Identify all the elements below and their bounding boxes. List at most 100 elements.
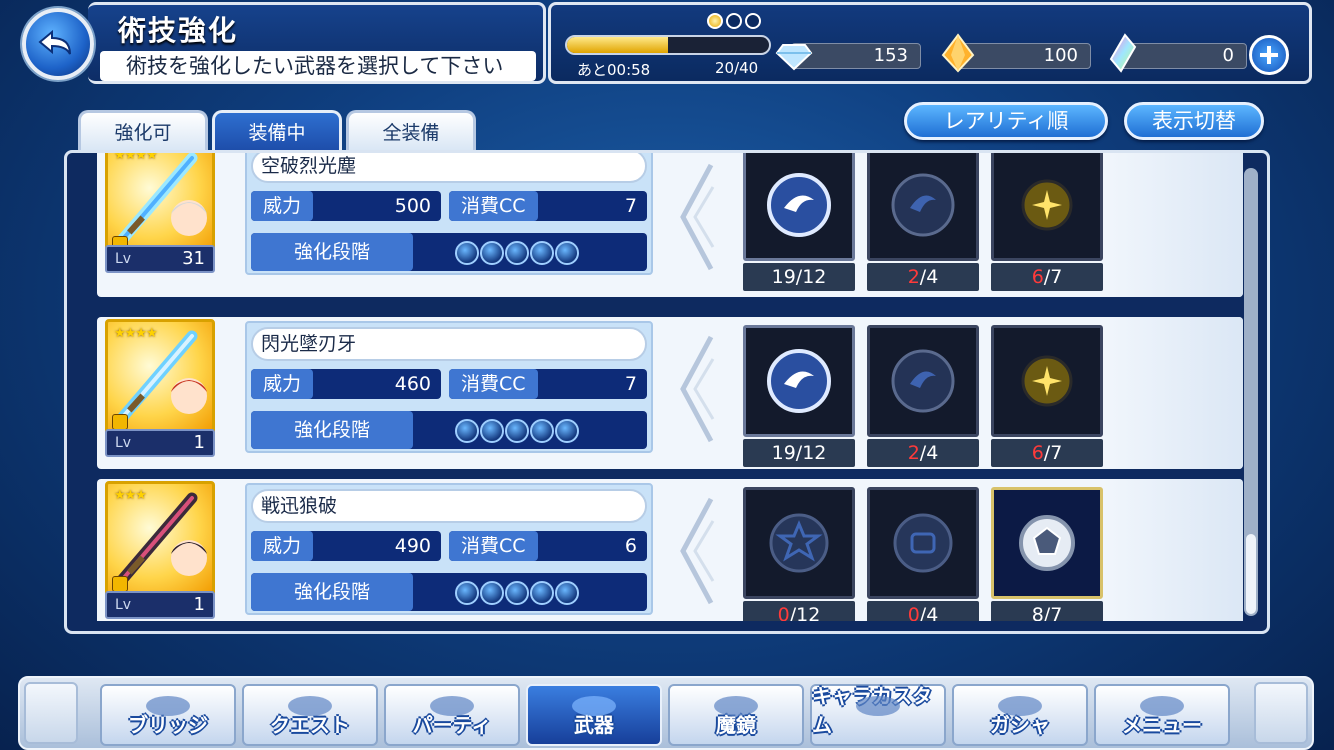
dark-orb-icon	[891, 173, 955, 237]
cc-stat: 消費CC 7	[449, 191, 647, 221]
stage-label: 強化段階	[251, 411, 413, 449]
stamina-fill	[567, 37, 668, 53]
add-currency-button[interactable]	[1249, 35, 1289, 75]
material-slot[interactable]	[867, 325, 979, 437]
gacha-icon	[998, 696, 1042, 716]
material-slot[interactable]	[991, 153, 1103, 261]
fist-orb-icon	[893, 513, 953, 573]
splash-orb-icon	[769, 513, 829, 573]
material-need: /12	[795, 442, 827, 464]
stage-orb	[455, 241, 479, 265]
cc-value: 6	[624, 535, 637, 557]
skill-name: 閃光墜刃牙	[251, 327, 647, 361]
weapon-row[interactable]: ★★★ Lv 1 戦迅狼破 威力 490 消費CC 6 強化段階 0/12 0/…	[97, 479, 1243, 621]
skill-name: 空破烈光塵	[251, 153, 647, 183]
back-button[interactable]	[22, 8, 94, 80]
stage-orb	[530, 581, 554, 605]
weapon-icon	[572, 696, 616, 716]
material-have: 2	[907, 442, 920, 464]
material-have: 8	[1031, 604, 1044, 621]
level-box: Lv 31	[105, 245, 215, 273]
power-value: 500	[394, 195, 431, 217]
nav-item[interactable]: メニュー	[1094, 684, 1230, 746]
material-slot[interactable]	[743, 153, 855, 261]
stage-orb	[455, 419, 479, 443]
cc-label: 消費CC	[449, 531, 538, 561]
bottom-nav: ブリッジ クエスト パーティ 武器 魔鏡 キャラカスタム ガシャ メニュー	[18, 676, 1314, 750]
nav-item[interactable]: 魔鏡	[668, 684, 804, 746]
chevron-left-icon	[680, 163, 715, 271]
power-stat: 威力 500	[251, 191, 441, 221]
tab-equipped[interactable]: 装備中	[212, 110, 342, 154]
weapon-row[interactable]: ★★★★ Lv 31 空破烈光塵 威力 500 消費CC 7 強化段階 19/1…	[97, 153, 1243, 297]
material-slot[interactable]	[867, 153, 979, 261]
material-count: 0/4	[867, 601, 979, 621]
level-label: Lv	[115, 251, 132, 267]
stage-orb	[505, 241, 529, 265]
material-count: 0/12	[743, 601, 855, 621]
tab-upgradable[interactable]: 強化可	[78, 110, 208, 154]
instruction-text: 術技を強化したい武器を選択して下さい	[100, 51, 536, 81]
material-need: /7	[1043, 442, 1063, 464]
upgrade-stage: 強化段階	[251, 233, 647, 271]
stage-orbs	[455, 241, 579, 265]
stage-orb	[480, 419, 504, 443]
stage-orbs	[455, 581, 579, 605]
material-slot[interactable]	[743, 325, 855, 437]
skill-name: 戦迅狼破	[251, 489, 647, 523]
stamina-pip	[707, 13, 723, 29]
skill-info-panel: 戦迅狼破 威力 490 消費CC 6 強化段階	[245, 483, 653, 615]
power-label: 威力	[251, 369, 314, 399]
skill-info-panel: 閃光墜刃牙 威力 460 消費CC 7 強化段階	[245, 321, 653, 453]
nav-item[interactable]: ブリッジ	[100, 684, 236, 746]
nav-item[interactable]: 武器	[526, 684, 662, 746]
cc-stat: 消費CC 7	[449, 369, 647, 399]
nav-item[interactable]: パーティ	[384, 684, 520, 746]
nav-item[interactable]: クエスト	[242, 684, 378, 746]
scrollbar-thumb[interactable]	[1246, 534, 1256, 614]
weapon-row[interactable]: ★★★★ Lv 1 閃光墜刃牙 威力 460 消費CC 7 強化段階 19/12…	[97, 317, 1243, 469]
material-count: 6/7	[991, 263, 1103, 291]
material-need: /4	[919, 604, 939, 621]
stage-orb	[555, 419, 579, 443]
stage-orb	[530, 241, 554, 265]
stage-orb	[480, 581, 504, 605]
material-count: 2/4	[867, 263, 979, 291]
stage-orb	[505, 419, 529, 443]
stage-orb	[480, 241, 504, 265]
rainbow-shard-icon	[1109, 33, 1137, 73]
material-have: 6	[1031, 442, 1044, 464]
material-have: 19	[771, 266, 796, 288]
stamina-pip	[745, 13, 761, 29]
material-count: 2/4	[867, 439, 979, 467]
material-slot[interactable]	[743, 487, 855, 599]
level-value: 1	[193, 432, 205, 453]
weapon-portrait[interactable]: ★★★★	[105, 319, 215, 435]
page-title: 術技強化	[118, 14, 239, 47]
level-value: 1	[193, 594, 205, 615]
level-box: Lv 1	[105, 429, 215, 457]
nav-item[interactable]: ガシャ	[952, 684, 1088, 746]
weapon-list[interactable]: ★★★★ Lv 31 空破烈光塵 威力 500 消費CC 7 強化段階 19/1…	[64, 150, 1270, 634]
nav-item[interactable]: キャラカスタム	[810, 684, 946, 746]
material-count: 19/12	[743, 439, 855, 467]
material-slot[interactable]	[991, 487, 1103, 599]
wind-orb-icon	[767, 173, 831, 237]
title-panel: 術技強化 術技を強化したい武器を選択して下さい	[88, 2, 546, 84]
weapon-portrait[interactable]: ★★★	[105, 481, 215, 597]
material-slot[interactable]	[991, 325, 1103, 437]
bridge-icon	[146, 696, 190, 716]
skill-info-panel: 空破烈光塵 威力 500 消費CC 7 強化段階	[245, 153, 653, 275]
cc-value: 7	[624, 373, 637, 395]
stage-label: 強化段階	[251, 573, 413, 611]
tab-all-equipment[interactable]: 全装備	[346, 110, 476, 154]
weapon-portrait[interactable]: ★★★★	[105, 153, 215, 257]
stamina-pip	[726, 13, 742, 29]
upgrade-stage: 強化段階	[251, 411, 647, 449]
upgrade-stage: 強化段階	[251, 573, 647, 611]
character-face-icon	[171, 540, 207, 576]
toggle-view-button[interactable]: 表示切替	[1124, 102, 1264, 140]
rarity-sort-button[interactable]: レアリティ順	[904, 102, 1108, 140]
material-slot[interactable]	[867, 487, 979, 599]
nav-corner-right	[1254, 682, 1308, 744]
